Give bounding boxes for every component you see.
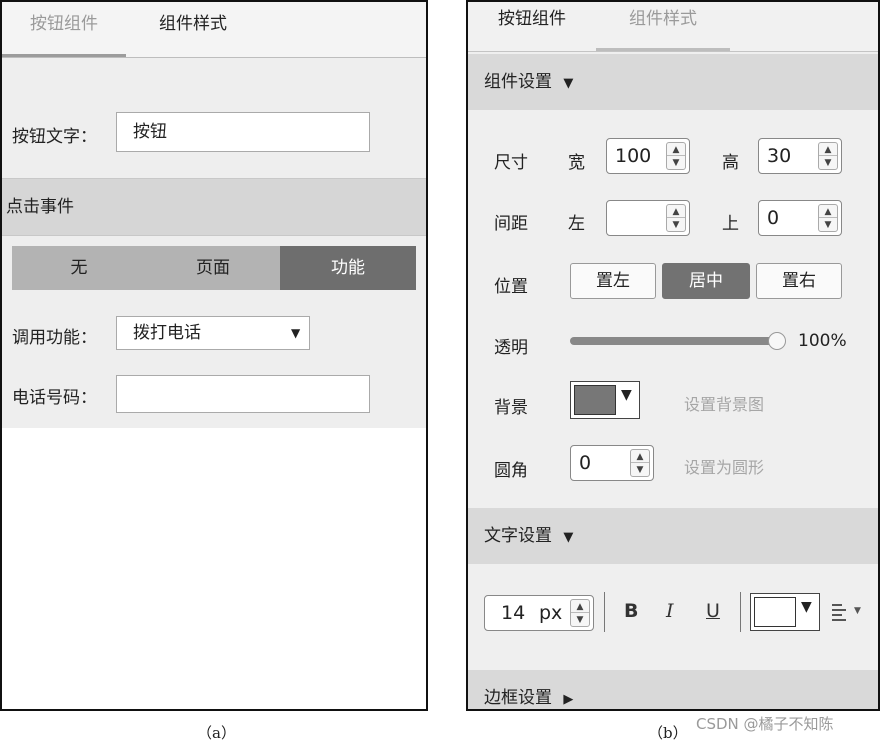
left-spacing-stepper[interactable]: ▲ ▼ bbox=[606, 200, 690, 236]
height-value: 30 bbox=[767, 145, 792, 167]
button-text-input[interactable]: 按钮 bbox=[116, 112, 370, 152]
opacity-label: 透明 bbox=[494, 338, 528, 358]
border-settings-label: 边框设置 bbox=[484, 688, 552, 708]
stepper-arrows[interactable]: ▲ ▼ bbox=[666, 142, 686, 170]
tab-button-component[interactable]: 按钮组件 bbox=[468, 2, 596, 56]
event-type-function[interactable]: 功能 bbox=[280, 246, 416, 290]
top-spacing-stepper[interactable]: 0 ▲ ▼ bbox=[758, 200, 842, 236]
tab-underline bbox=[596, 48, 730, 51]
text-color-picker[interactable]: ▼ bbox=[750, 593, 820, 631]
caret-down-icon[interactable]: ▼ bbox=[631, 463, 649, 476]
corner-radius-value: 0 bbox=[579, 452, 592, 474]
phone-number-input[interactable] bbox=[116, 375, 370, 413]
set-round-link[interactable]: 设置为圆形 bbox=[684, 454, 764, 478]
button-settings-body: 按钮文字： 按钮 点击事件 无 页面 功能 调用功能： 拨打电话 ▼ 电话号码： bbox=[2, 58, 426, 428]
spacing-label: 间距 bbox=[494, 214, 528, 234]
top-spacing-value: 0 bbox=[767, 207, 780, 229]
caret-up-icon[interactable]: ▲ bbox=[571, 600, 589, 613]
bold-button[interactable]: B bbox=[624, 600, 638, 622]
caret-down-icon: ▼ bbox=[854, 606, 861, 616]
background-color-picker[interactable]: ▼ bbox=[570, 381, 640, 419]
align-right-button[interactable]: 置右 bbox=[756, 263, 842, 299]
caret-down-icon: ▼ bbox=[801, 599, 812, 615]
stepper-arrows[interactable]: ▲ ▼ bbox=[666, 204, 686, 232]
align-left-button[interactable]: 置左 bbox=[570, 263, 656, 299]
click-event-section[interactable]: 点击事件 bbox=[2, 178, 426, 236]
caption-a: （a） bbox=[197, 724, 236, 742]
caret-down-icon: ▼ bbox=[563, 76, 574, 91]
caret-up-icon[interactable]: ▲ bbox=[667, 143, 685, 156]
text-color-swatch bbox=[754, 597, 796, 627]
width-stepper[interactable]: 100 ▲ ▼ bbox=[606, 138, 690, 174]
underline-button[interactable]: U bbox=[706, 600, 720, 622]
panel-b: 按钮组件 组件样式 组件设置 ▼ 尺寸 宽 100 ▲ ▼ 高 30 ▲ ▼ 间距 … bbox=[466, 0, 880, 711]
tab-bar: 按钮组件 组件样式 bbox=[2, 2, 426, 58]
stepper-arrows[interactable]: ▲ ▼ bbox=[630, 449, 650, 477]
size-label: 尺寸 bbox=[494, 153, 528, 173]
caret-down-icon[interactable]: ▼ bbox=[819, 156, 837, 169]
height-stepper[interactable]: 30 ▲ ▼ bbox=[758, 138, 842, 174]
italic-button[interactable]: I bbox=[666, 600, 674, 622]
caret-down-icon: ▼ bbox=[621, 387, 632, 403]
button-text-label: 按钮文字： bbox=[12, 127, 97, 147]
component-settings-header[interactable]: 组件设置 ▼ bbox=[468, 54, 878, 110]
opacity-slider-handle[interactable] bbox=[768, 332, 786, 350]
call-function-label: 调用功能： bbox=[12, 328, 97, 348]
event-type-selector: 无 页面 功能 bbox=[12, 246, 416, 290]
toolbar-divider bbox=[740, 592, 741, 632]
call-function-select[interactable]: 拨打电话 ▼ bbox=[116, 316, 310, 350]
opacity-slider[interactable] bbox=[570, 332, 786, 350]
corner-radius-stepper[interactable]: 0 ▲ ▼ bbox=[570, 445, 654, 481]
caret-right-icon: ▶ bbox=[563, 692, 574, 707]
opacity-value: 100% bbox=[798, 331, 847, 351]
caret-up-icon[interactable]: ▲ bbox=[819, 205, 837, 218]
top-label: 上 bbox=[722, 214, 739, 234]
corner-label: 圆角 bbox=[494, 461, 528, 481]
height-label: 高 bbox=[722, 153, 739, 173]
component-settings-label: 组件设置 bbox=[484, 72, 552, 92]
tab-component-style[interactable]: 组件样式 bbox=[126, 2, 260, 56]
caret-up-icon[interactable]: ▲ bbox=[631, 450, 649, 463]
text-align-dropdown[interactable]: ▼ bbox=[832, 602, 872, 626]
border-settings-header[interactable]: 边框设置 ▶ bbox=[468, 670, 878, 709]
caret-down-icon[interactable]: ▼ bbox=[667, 218, 685, 231]
font-size-unit: px bbox=[539, 602, 563, 624]
caret-down-icon[interactable]: ▼ bbox=[819, 218, 837, 231]
background-color-swatch bbox=[574, 385, 616, 415]
dropdown-arrow-icon: ▼ bbox=[291, 326, 301, 340]
background-label: 背景 bbox=[494, 398, 528, 418]
caret-down-icon[interactable]: ▼ bbox=[571, 613, 589, 626]
left-label: 左 bbox=[568, 214, 585, 234]
caret-down-icon[interactable]: ▼ bbox=[667, 156, 685, 169]
text-settings-label: 文字设置 bbox=[484, 526, 552, 546]
tab-bar: 按钮组件 组件样式 bbox=[468, 2, 878, 52]
tab-button-component[interactable]: 按钮组件 bbox=[2, 2, 126, 56]
width-value: 100 bbox=[615, 145, 652, 167]
width-label: 宽 bbox=[568, 153, 585, 173]
caption-b: （b） bbox=[648, 724, 688, 742]
font-size-value: 14 bbox=[501, 602, 526, 624]
watermark: CSDN @橘子不知陈 bbox=[696, 715, 834, 733]
align-center-button[interactable]: 居中 bbox=[662, 263, 750, 299]
caret-up-icon[interactable]: ▲ bbox=[667, 205, 685, 218]
set-background-image-link[interactable]: 设置背景图 bbox=[684, 391, 764, 415]
toolbar-divider bbox=[604, 592, 605, 632]
call-function-value: 拨打电话 bbox=[133, 323, 201, 343]
stepper-arrows[interactable]: ▲ ▼ bbox=[570, 599, 590, 627]
stepper-arrows[interactable]: ▲ ▼ bbox=[818, 142, 838, 170]
tab-underline bbox=[2, 54, 126, 57]
text-settings-header[interactable]: 文字设置 ▼ bbox=[468, 508, 878, 564]
caret-up-icon[interactable]: ▲ bbox=[819, 143, 837, 156]
event-type-none[interactable]: 无 bbox=[12, 246, 146, 290]
panel-a: 按钮组件 组件样式 按钮文字： 按钮 点击事件 无 页面 功能 调用功能： 拨打… bbox=[0, 0, 428, 711]
opacity-slider-fill bbox=[570, 337, 784, 345]
align-left-icon bbox=[832, 602, 848, 622]
event-type-page[interactable]: 页面 bbox=[146, 246, 280, 290]
phone-number-label: 电话号码： bbox=[12, 388, 97, 408]
position-label: 位置 bbox=[494, 277, 528, 297]
font-size-stepper[interactable]: 14 px ▲ ▼ bbox=[484, 595, 594, 631]
stepper-arrows[interactable]: ▲ ▼ bbox=[818, 204, 838, 232]
caret-down-icon: ▼ bbox=[563, 530, 574, 545]
